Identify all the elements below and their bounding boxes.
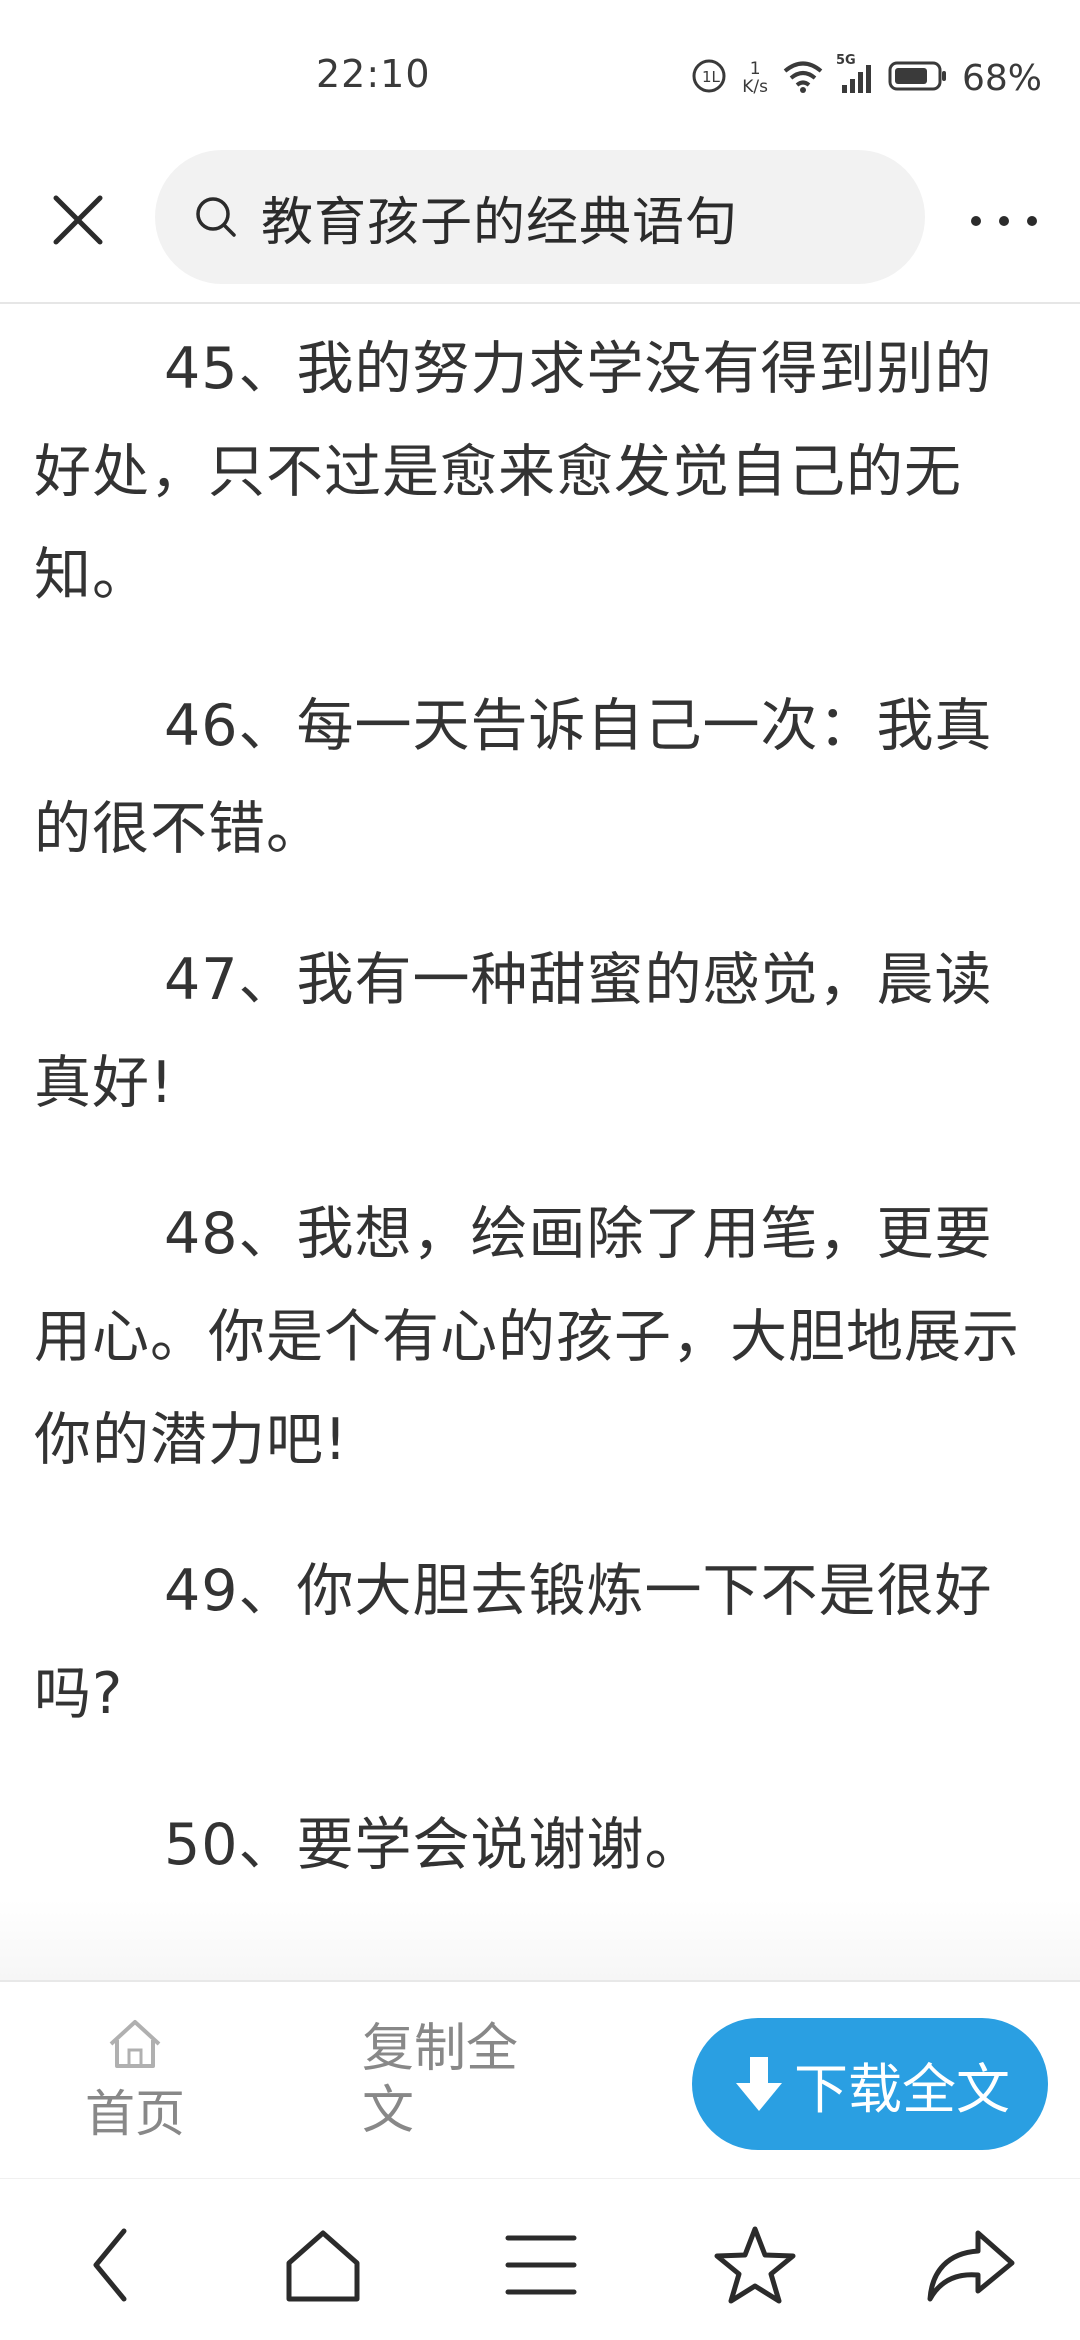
menu-icon	[505, 2235, 577, 2295]
share-button[interactable]	[916, 2215, 1026, 2315]
network-label: 5G	[835, 53, 856, 68]
star-icon	[714, 2226, 796, 2304]
action-bar: 首页 复制全文 下载全文	[0, 1980, 1080, 2175]
search-box[interactable]: 教育孩子的经典语句	[155, 150, 925, 284]
svg-text:1L: 1L	[702, 68, 721, 86]
share-icon	[927, 2230, 1015, 2302]
download-arrow-icon	[730, 2053, 788, 2115]
battery-percent: 68%	[961, 57, 1042, 99]
close-button[interactable]	[40, 182, 116, 258]
status-bar: 22:10 1L 1 K/s 5G 68%	[0, 0, 1080, 150]
wifi-icon	[782, 59, 824, 97]
article-paragraph: 49、你大胆去锻炼一下不是很好吗?	[34, 1558, 993, 1727]
home-icon	[286, 2230, 360, 2302]
favorite-button[interactable]	[700, 2215, 810, 2315]
article-paragraph: 50、要学会说谢谢。	[164, 1812, 703, 1878]
header-divider	[0, 302, 1080, 304]
battery-icon	[888, 60, 948, 96]
search-icon	[196, 197, 236, 237]
article-paragraph: 45、我的努力求学没有得到别的好处，只不过是愈来愈发觉自己的无知。	[34, 336, 993, 608]
download-full-button[interactable]: 下载全文	[692, 2018, 1048, 2150]
page: 22:10 1L 1 K/s 5G 68% 教育孩子的经典语句 45、我的努力求…	[0, 0, 1080, 2340]
home-action-label: 首页	[85, 2085, 185, 2143]
net-speed-unit: K/s	[742, 77, 768, 97]
signal-icon: 5G	[836, 53, 874, 95]
status-icons: 1L 1 K/s 5G 68%	[690, 53, 1042, 102]
more-button[interactable]	[964, 186, 1044, 256]
status-time: 22:10	[316, 52, 431, 96]
article-content: 45、我的努力求学没有得到别的好处，只不过是愈来愈发觉自己的无知。 46、每一天…	[34, 318, 1046, 1945]
search-header: 教育孩子的经典语句	[0, 150, 1080, 300]
article-paragraph: 46、每一天告诉自己一次：我真的很不错。	[34, 693, 993, 862]
browser-nav-bar	[0, 2178, 1080, 2340]
house-icon	[109, 2020, 161, 2068]
hd-call-icon: 1L	[690, 57, 728, 99]
net-speed-value: 1	[749, 59, 761, 79]
menu-button[interactable]	[486, 2215, 596, 2315]
article-paragraph: 48、我想，绘画除了用笔，更要用心。你是个有心的孩子，大胆地展示你的潜力吧!	[34, 1201, 1020, 1473]
search-query: 教育孩子的经典语句	[261, 192, 739, 253]
copy-all-button[interactable]: 复制全文	[362, 2018, 562, 2142]
back-button[interactable]	[56, 2215, 166, 2315]
close-icon	[53, 195, 103, 245]
article-paragraph: 47、我有一种甜蜜的感觉，晨读真好!	[34, 947, 993, 1116]
download-label: 下载全文	[794, 2057, 1010, 2121]
more-icon	[971, 216, 1037, 226]
home-nav-button[interactable]	[268, 2215, 378, 2315]
content-fade	[0, 1900, 1080, 1980]
net-speed: 1 K/s	[742, 60, 768, 96]
back-icon	[93, 2228, 127, 2302]
home-action-button[interactable]: 首页	[70, 2016, 200, 2156]
